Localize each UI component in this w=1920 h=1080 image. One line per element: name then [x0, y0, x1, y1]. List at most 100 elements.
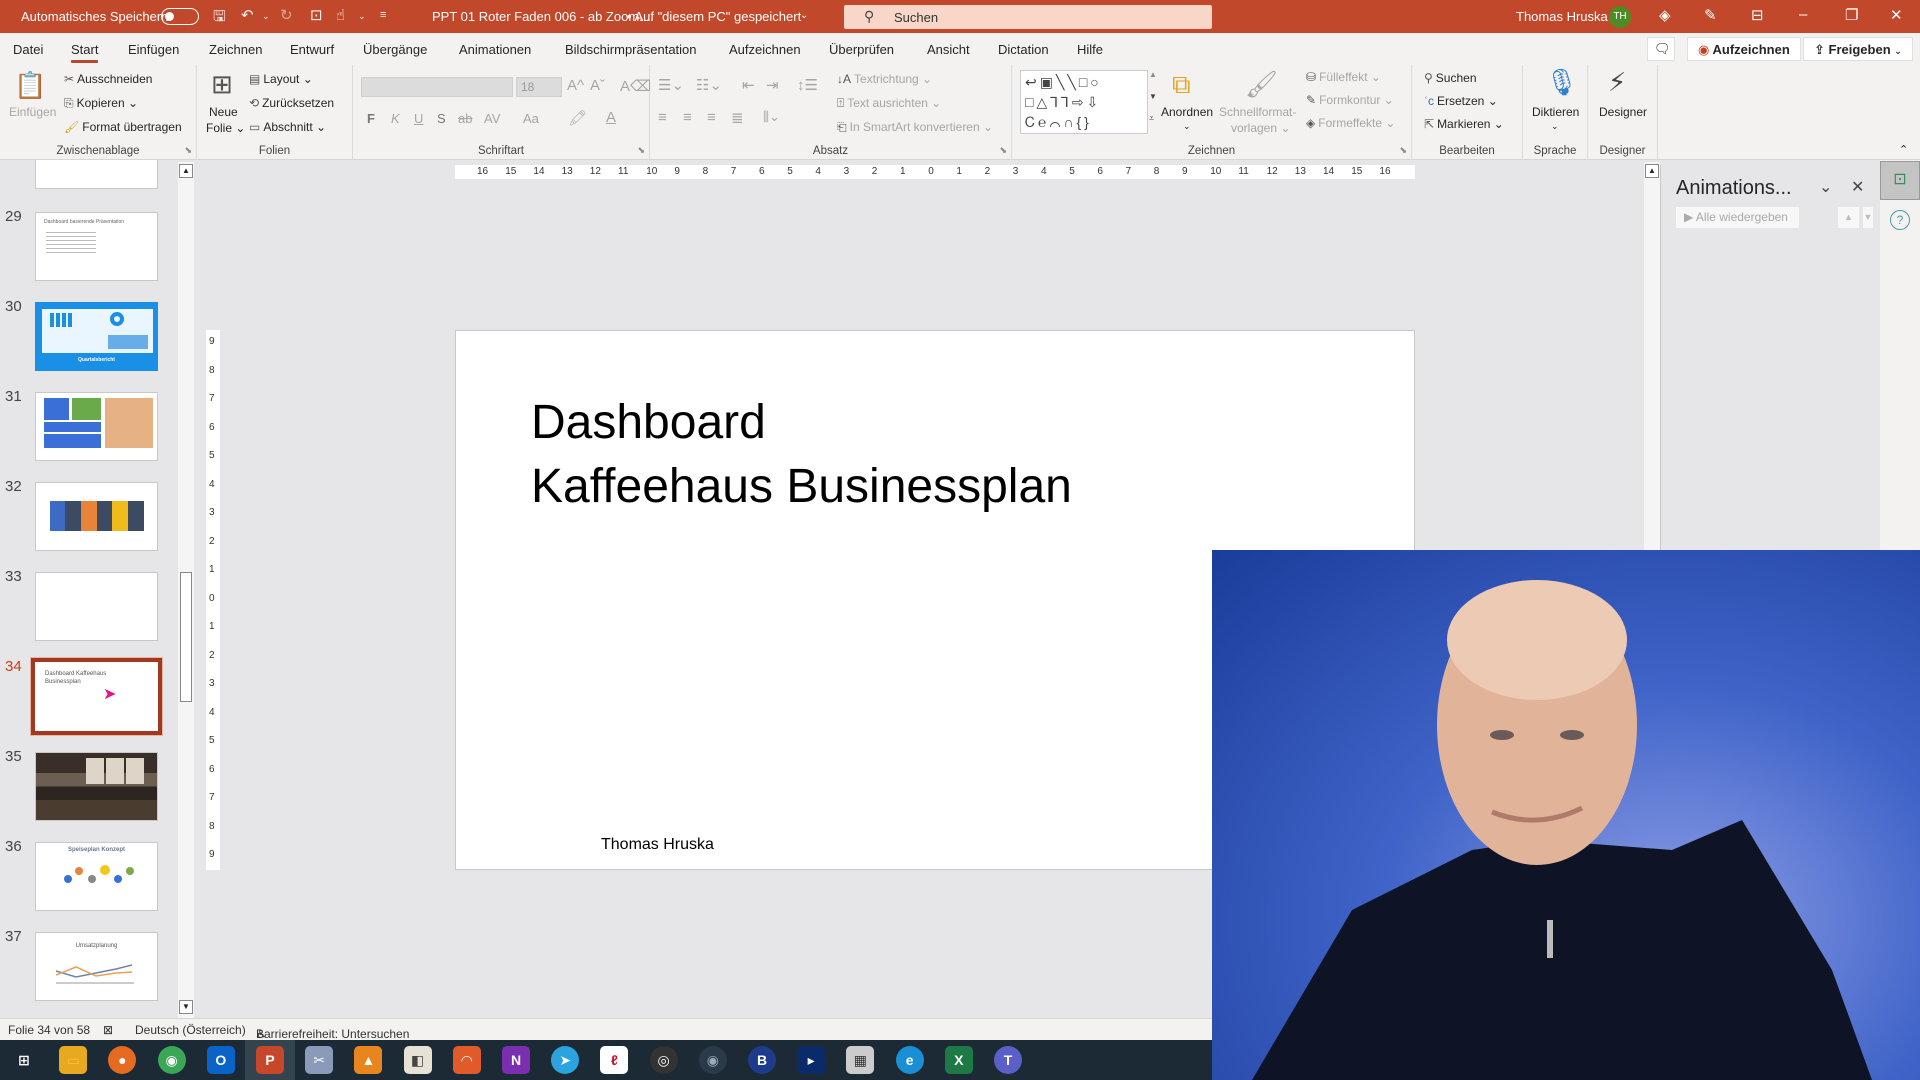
- user-name[interactable]: Thomas Hruska: [1516, 9, 1608, 24]
- search-box[interactable]: ⚲ Suchen: [844, 5, 1212, 29]
- language-indicator[interactable]: Deutsch (Österreich): [135, 1023, 246, 1037]
- format-painter-button[interactable]: 🖌 Format übertragen: [64, 120, 182, 134]
- snipping-tool-icon[interactable]: ✂: [305, 1046, 334, 1074]
- slide-thumbnail-32[interactable]: [35, 482, 158, 551]
- close-pane-icon[interactable]: ✕: [1851, 177, 1864, 197]
- dialog-launcher-icon[interactable]: ⬊: [1399, 145, 1407, 156]
- present-from-start-icon[interactable]: ⊡: [310, 6, 323, 24]
- designer-button[interactable]: Designer: [1599, 105, 1647, 119]
- dialog-launcher-icon[interactable]: ⬊: [184, 145, 192, 156]
- tab-start[interactable]: Start: [71, 42, 99, 63]
- premium-diamond-icon[interactable]: ◈: [1659, 6, 1671, 24]
- quick-styles-button[interactable]: Schnellformat-: [1219, 105, 1296, 119]
- layout-button[interactable]: ▤ Layout ⌄: [249, 72, 313, 86]
- justify-icon[interactable]: ≣: [731, 109, 744, 127]
- blue-yeti-icon[interactable]: B: [748, 1046, 776, 1074]
- speech-app-icon[interactable]: ◠: [452, 1046, 481, 1074]
- comments-icon[interactable]: 🗨: [1647, 37, 1675, 61]
- redo-icon[interactable]: ↻: [280, 6, 293, 24]
- spellcheck-icon[interactable]: ⊠: [103, 1023, 113, 1037]
- underline-button[interactable]: U: [414, 111, 423, 126]
- font-name-select[interactable]: [361, 77, 513, 97]
- chrome-icon[interactable]: ◉: [157, 1046, 186, 1074]
- tab-ueberpruefen[interactable]: Überprüfen: [829, 42, 894, 57]
- paint-icon[interactable]: ◧: [403, 1046, 432, 1074]
- autosave-toggle[interactable]: [161, 8, 199, 25]
- obs-icon[interactable]: ◎: [649, 1046, 678, 1074]
- touch-dropdown-icon[interactable]: ⌄: [358, 11, 366, 22]
- save-status-chevron-icon[interactable]: ⌄: [800, 10, 808, 21]
- arrange-dropdown-icon[interactable]: ⌄: [1183, 121, 1191, 132]
- document-title[interactable]: PPT 01 Roter Faden 006 - ab Zoom....: [432, 9, 654, 24]
- pane-options-chevron-icon[interactable]: ⌄: [1819, 177, 1832, 197]
- shapes-gallery[interactable]: ↩▣╲╲□○ □△⅂⅂⇨⇩ Ꮯ℮⌒∩{}: [1020, 70, 1148, 134]
- grow-font-icon[interactable]: A^: [567, 77, 584, 94]
- gallery-scroll-down-icon[interactable]: ▼: [1149, 92, 1157, 101]
- align-right-icon[interactable]: ≡: [707, 109, 716, 126]
- vlc-icon[interactable]: ▲: [354, 1046, 383, 1074]
- touch-mode-icon[interactable]: ☝: [336, 6, 345, 24]
- line-spacing-icon[interactable]: ↕☰: [797, 76, 818, 94]
- file-explorer-icon[interactable]: ▭: [59, 1046, 88, 1074]
- onenote-icon[interactable]: N: [502, 1046, 530, 1074]
- edge-icon[interactable]: e: [895, 1046, 924, 1074]
- paste-icon[interactable]: 📋: [14, 70, 46, 101]
- windows-start-icon[interactable]: ⊞: [10, 1046, 38, 1074]
- slide-author[interactable]: Thomas Hruska: [601, 836, 714, 854]
- cut-button[interactable]: ✂ Ausschneiden: [64, 72, 152, 86]
- undo-icon[interactable]: ↶: [241, 6, 254, 24]
- bullets-icon[interactable]: ☰⌄: [658, 76, 684, 94]
- highlight-icon[interactable]: 🖍: [568, 109, 587, 127]
- bold-button[interactable]: F: [367, 111, 375, 126]
- play-all-button[interactable]: ▶ Alle wiedergeben: [1676, 207, 1799, 228]
- clear-format-icon[interactable]: A⌫: [620, 77, 651, 95]
- tab-uebergaenge[interactable]: Übergänge: [363, 42, 427, 57]
- paste-button[interactable]: Einfügen: [9, 105, 56, 119]
- avatar[interactable]: TH: [1609, 6, 1631, 28]
- move-down-button[interactable]: ▼: [1863, 207, 1873, 228]
- outlook-icon[interactable]: O: [206, 1046, 235, 1074]
- tab-aufzeichnen[interactable]: Aufzeichnen: [729, 42, 801, 57]
- animation-pane-toggle-icon[interactable]: ⊡: [1880, 161, 1920, 200]
- arrange-button[interactable]: Anordnen: [1161, 105, 1213, 119]
- tab-ansicht[interactable]: Ansicht: [927, 42, 970, 57]
- gallery-scroll-up-icon[interactable]: ▲: [1149, 70, 1157, 79]
- columns-icon[interactable]: ⫼⌄: [763, 109, 780, 125]
- teams-icon[interactable]: T: [994, 1046, 1022, 1074]
- replace-button[interactable]: ʿc Ersetzen ⌄: [1424, 94, 1498, 108]
- network-monitor-icon[interactable]: ▦: [846, 1046, 875, 1074]
- close-icon[interactable]: ✕: [1890, 6, 1903, 24]
- decrease-indent-icon[interactable]: ⇤: [742, 76, 755, 94]
- font-size-select[interactable]: 18: [516, 77, 562, 97]
- slide-thumbnail-36[interactable]: Speiseplan Konzept: [35, 842, 158, 911]
- quick-styles-icon[interactable]: 🖌: [1245, 69, 1278, 100]
- scroll-down-icon[interactable]: ▼: [179, 1000, 193, 1014]
- tab-animationen[interactable]: Animationen: [459, 42, 531, 57]
- minimize-icon[interactable]: –: [1799, 6, 1807, 23]
- shrink-font-icon[interactable]: Aˇ: [590, 77, 605, 94]
- undo-dropdown-icon[interactable]: ⌄: [262, 11, 270, 22]
- excel-icon[interactable]: X: [944, 1046, 973, 1074]
- slide-thumbnail-35[interactable]: [35, 752, 158, 821]
- collapse-ribbon-icon[interactable]: ⌃: [1899, 143, 1908, 156]
- dialog-launcher-icon[interactable]: ⬊: [637, 145, 645, 156]
- tab-entwurf[interactable]: Entwurf: [290, 42, 334, 57]
- move-up-button[interactable]: ▲: [1838, 207, 1859, 228]
- save-icon[interactable]: 🖫: [213, 6, 226, 31]
- record-button[interactable]: ◉ Aufzeichnen: [1687, 37, 1801, 61]
- designer-icon[interactable]: ⚡: [1608, 67, 1626, 98]
- tab-hilfe[interactable]: Hilfe: [1077, 42, 1103, 57]
- slide-thumbnail-33[interactable]: [35, 572, 158, 641]
- italic-button[interactable]: K: [391, 111, 400, 126]
- new-slide-label-1[interactable]: Neue: [209, 105, 238, 119]
- strikethrough-button[interactable]: ab: [458, 111, 472, 126]
- shape-fill-button[interactable]: ⛁ Fülleffekt ⌄: [1306, 70, 1381, 84]
- shadow-button[interactable]: S: [437, 111, 446, 126]
- slide-thumbnail-37[interactable]: Umsatzplanung: [35, 932, 158, 1001]
- align-text-button[interactable]: ⍐ Text ausrichten ⌄: [837, 96, 941, 111]
- pen-icon[interactable]: ✎: [1704, 6, 1717, 24]
- slide-thumbnail-34[interactable]: Dashboard Kaffeehaus Businessplan ➤: [30, 657, 163, 736]
- slide-counter[interactable]: Folie 34 von 58: [8, 1023, 90, 1037]
- reset-button[interactable]: ⟲ Zurücksetzen: [249, 96, 334, 110]
- tab-dictation[interactable]: Dictation: [998, 42, 1049, 57]
